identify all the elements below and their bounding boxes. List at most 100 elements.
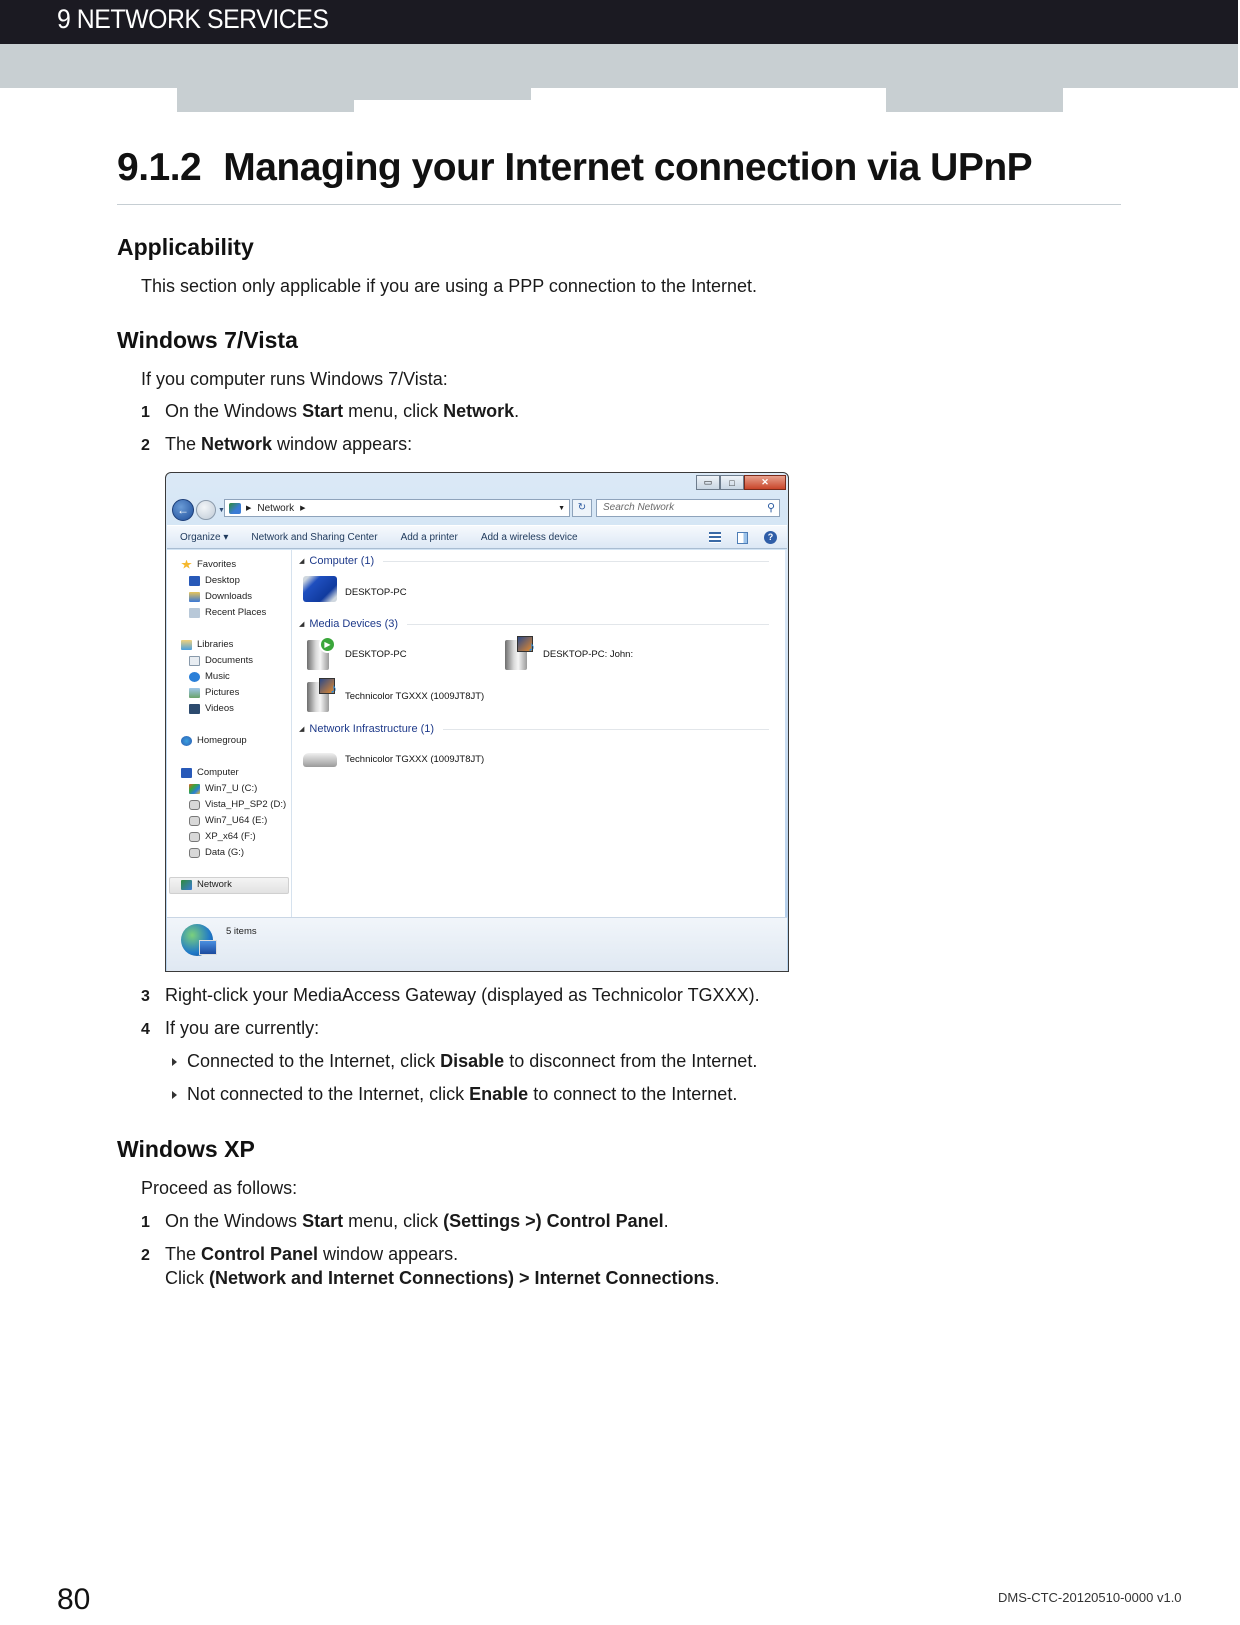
drive-icon (189, 831, 200, 842)
recent-places-icon (189, 607, 200, 618)
section-title-text: Managing your Internet connection via UP… (223, 146, 1033, 189)
applicability-text: This section only applicable if you are … (141, 276, 758, 296)
forward-button[interactable] (196, 500, 216, 520)
collapse-triangle-icon[interactable]: ◢ (299, 725, 304, 733)
organize-button[interactable]: Organize ▾ (180, 532, 228, 543)
sidebar-item-desktop[interactable]: Desktop (189, 575, 240, 586)
sidebar-item-drive-d[interactable]: Vista_HP_SP2 (D:) (189, 799, 286, 810)
pictures-icon (189, 687, 200, 698)
navigation-buttons: ← ▼ (172, 499, 225, 521)
network-sharing-center-button[interactable]: Network and Sharing Center (251, 532, 377, 543)
downloads-icon (189, 591, 200, 602)
sidebar-item-videos[interactable]: Videos (189, 703, 234, 714)
win7-step-3: 3 Right-click your MediaAccess Gateway (d… (141, 985, 760, 1005)
winxp-heading: Windows XP (117, 1136, 255, 1162)
back-button[interactable]: ← (172, 499, 194, 521)
group-header-network-infrastructure[interactable]: ◢ Network Infrastructure (1) (299, 723, 769, 735)
sidebar-item-music[interactable]: Music (189, 671, 230, 682)
computer-icon (303, 574, 339, 610)
header-tab-decoration (177, 88, 354, 112)
sidebar-item-libraries[interactable]: Libraries (181, 639, 233, 650)
chapter-header-bar: 9 NETWORK SERVICES (0, 0, 1238, 44)
router-icon (303, 741, 339, 777)
window-controls: ▭ □ ✕ (696, 475, 786, 491)
bullet-triangle-icon (172, 1091, 177, 1100)
drive-icon (189, 799, 200, 810)
help-icon[interactable]: ? (764, 531, 777, 544)
content-pane: ◢ Computer (1) DESKTOP-PC ◢ Media Devices … (293, 550, 787, 917)
group-header-computer[interactable]: ◢ Computer (1) (299, 555, 769, 567)
win7-bullet-enable: Not connected to the Internet, click Ena… (172, 1084, 737, 1105)
refresh-button[interactable]: ↻ (572, 499, 592, 517)
win7-heading: Windows 7/Vista (117, 327, 298, 353)
sidebar-item-network[interactable]: Network (181, 879, 232, 890)
search-icon[interactable]: ⚲ (767, 500, 775, 516)
win7-step-4: 4 If you are currently: (141, 1018, 320, 1038)
maximize-button[interactable]: □ (720, 475, 744, 490)
computer-icon (181, 767, 192, 778)
sidebar-item-drive-f[interactable]: XP_x64 (F:) (189, 831, 256, 842)
music-icon (189, 671, 200, 682)
desktop-icon (189, 575, 200, 586)
window-frame-edge (785, 550, 788, 917)
win7-bullet-disable: Connected to the Internet, click Disable… (172, 1051, 757, 1072)
win7-intro: If you computer runs Windows 7/Vista: (141, 369, 448, 389)
document-id: DMS-CTC-20120510-0000 v1.0 (998, 1590, 1182, 1605)
navigation-pane: Favorites Desktop Downloads Recent Place… (167, 550, 292, 917)
header-tab-decoration (354, 88, 531, 100)
change-view-icon[interactable] (709, 532, 721, 543)
item-count: 5 items (226, 926, 257, 937)
add-printer-button[interactable]: Add a printer (401, 532, 458, 543)
add-wireless-device-button[interactable]: Add a wireless device (481, 532, 578, 543)
win7-step-1: 1 On the Windows Start menu, click Networ… (141, 401, 520, 421)
media-server-device-icon: ♪ (501, 636, 537, 672)
preview-pane-icon[interactable] (737, 531, 748, 544)
device-item[interactable]: ▶ DESKTOP-PC (303, 636, 407, 672)
section-title-rule (117, 204, 1121, 205)
collapse-triangle-icon[interactable]: ◢ (299, 620, 304, 628)
section-number: 9.1.2 (117, 146, 202, 189)
sidebar-item-pictures[interactable]: Pictures (189, 687, 239, 698)
winxp-intro: Proceed as follows: (141, 1178, 298, 1198)
sidebar-item-drive-c[interactable]: Win7_U (C:) (189, 783, 257, 794)
sidebar-item-homegroup[interactable]: Homegroup (181, 735, 247, 746)
videos-icon (189, 703, 200, 714)
system-drive-icon (189, 783, 200, 794)
homegroup-icon (181, 735, 192, 746)
sidebar-item-recent-places[interactable]: Recent Places (189, 607, 266, 618)
bullet-triangle-icon (172, 1058, 177, 1067)
device-item[interactable]: ♪ Technicolor TGXXX (1009JT8JT) (303, 678, 484, 714)
breadcrumb-arrow-icon[interactable]: ▶ (246, 504, 251, 512)
search-input[interactable]: Search Network ⚲ (596, 499, 780, 517)
address-dropdown-icon[interactable]: ▼ (558, 505, 565, 512)
window-body: Favorites Desktop Downloads Recent Place… (167, 550, 787, 917)
sidebar-item-documents[interactable]: Documents (189, 655, 253, 666)
device-item[interactable]: DESKTOP-PC (303, 574, 407, 610)
network-window-screenshot: ▭ □ ✕ ← ▼ ▶ Network ▶ ▼ ↻ Search Network… (165, 472, 789, 972)
sidebar-item-computer[interactable]: Computer (181, 767, 239, 778)
sidebar-item-drive-g[interactable]: Data (G:) (189, 847, 244, 858)
group-header-media-devices[interactable]: ◢ Media Devices (3) (299, 618, 769, 630)
close-button[interactable]: ✕ (744, 475, 786, 490)
drive-icon (189, 815, 200, 826)
sidebar-item-favorites[interactable]: Favorites (181, 559, 236, 570)
collapse-triangle-icon[interactable]: ◢ (299, 557, 304, 565)
star-icon (181, 559, 192, 569)
address-path[interactable]: Network (257, 503, 294, 514)
sidebar-item-downloads[interactable]: Downloads (189, 591, 252, 602)
win7-step-2: 2 The Network window appears: (141, 434, 413, 454)
header-band (0, 44, 1238, 88)
device-item[interactable]: ♪ DESKTOP-PC: John: (501, 636, 633, 672)
media-server-device-icon: ♪ (303, 678, 339, 714)
media-player-device-icon: ▶ (303, 636, 339, 672)
device-item[interactable]: Technicolor TGXXX (1009JT8JT) (303, 741, 484, 777)
sidebar-item-drive-e[interactable]: Win7_U64 (E:) (189, 815, 267, 826)
breadcrumb-arrow-icon[interactable]: ▶ (300, 504, 305, 512)
network-icon (181, 879, 192, 890)
details-pane: 5 items (167, 917, 787, 971)
minimize-button[interactable]: ▭ (696, 475, 720, 490)
address-bar[interactable]: ▶ Network ▶ ▼ (224, 499, 570, 517)
network-icon (229, 502, 241, 514)
network-globe-icon (181, 924, 217, 956)
command-bar: Organize ▾ Network and Sharing Center Ad… (167, 525, 787, 549)
